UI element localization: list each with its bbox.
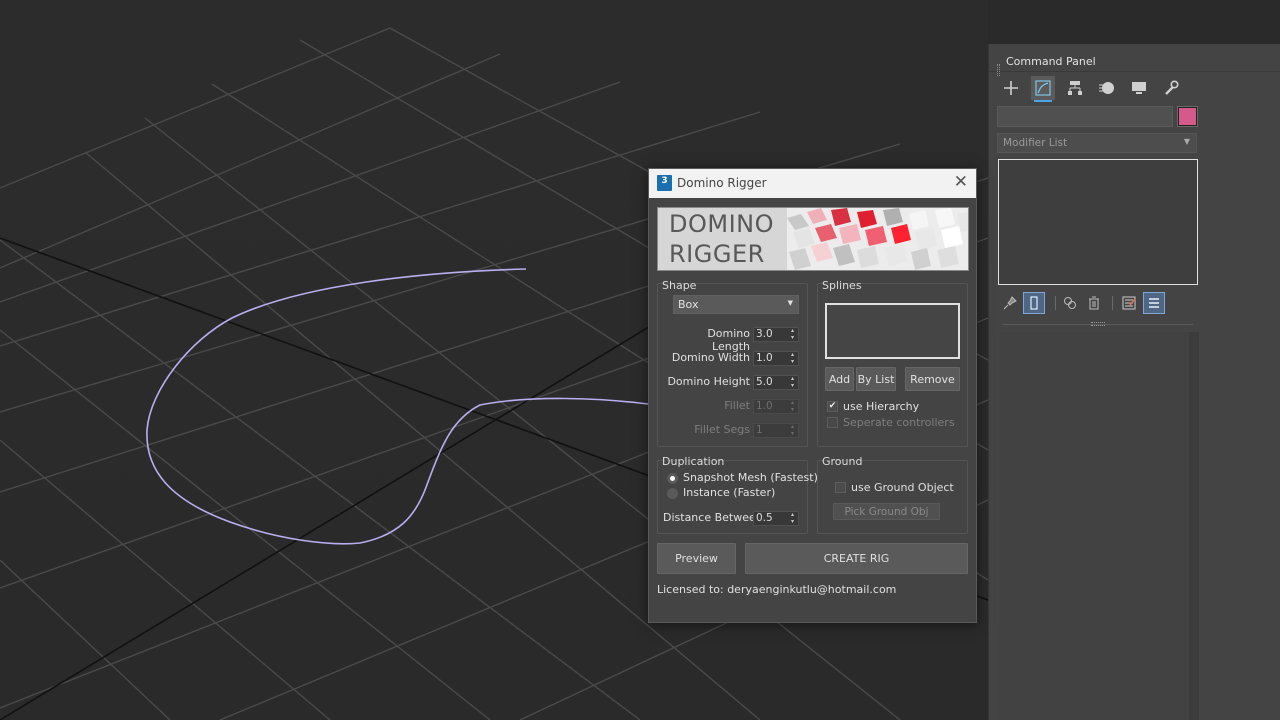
panel-scrollbar[interactable]	[1189, 332, 1199, 720]
make-unique-icon[interactable]	[1059, 292, 1081, 314]
dialog-titlebar[interactable]: 3 Domino Rigger ✕	[649, 169, 976, 198]
chevron-down-icon: ▼	[1183, 137, 1190, 146]
preview-button[interactable]: Preview	[657, 543, 736, 574]
by-list-button[interactable]: By List	[856, 367, 896, 391]
domino-width-spinner[interactable]: 1.0	[753, 351, 799, 366]
modifier-list-dropdown[interactable]: Modifier List ▼	[997, 133, 1197, 153]
instance-label: Instance (Faster)	[683, 486, 776, 499]
banner-text-panel: DOMINO RIGGER	[658, 208, 787, 270]
create-rig-button[interactable]: CREATE RIG	[745, 543, 968, 574]
use-ground-object-checkbox[interactable]	[835, 482, 846, 493]
hierarchy-icon[interactable]	[1063, 76, 1087, 100]
domino-length-label: Domino Length	[707, 327, 750, 353]
fillet-label: Fillet	[724, 399, 750, 412]
ground-group-label: Ground	[822, 455, 863, 468]
seperate-controllers-checkbox[interactable]	[827, 417, 838, 428]
banner-image: DOMINO RIGGER	[657, 207, 969, 271]
snapshot-mesh-radio[interactable]	[667, 473, 678, 484]
chevron-down-icon: ▼	[787, 299, 793, 307]
add-spline-button[interactable]: Add	[825, 367, 854, 391]
snapshot-mesh-label: Snapshot Mesh (Fastest)	[683, 471, 818, 484]
utilities-icon[interactable]	[1159, 76, 1183, 100]
domino-height-spinner[interactable]: 5.0	[753, 375, 799, 390]
domino-width-label: Domino Width	[671, 351, 750, 364]
fillet-segs-label: Fillet Segs	[694, 423, 750, 436]
shape-type-dropdown[interactable]: Box ▼	[673, 295, 799, 314]
command-panel-titlebar[interactable]: Command Panel	[989, 52, 1280, 76]
pick-ground-obj-button[interactable]: Pick Ground Obj	[833, 503, 940, 520]
modifier-list-label: Modifier List	[1003, 137, 1068, 149]
object-name-input[interactable]	[997, 106, 1173, 127]
create-icon[interactable]	[999, 76, 1023, 100]
domino-height-label: Domino Height	[667, 375, 750, 388]
remove-spline-button[interactable]: Remove	[905, 367, 960, 391]
seperate-controllers-label: Seperate controllers	[843, 416, 955, 429]
object-color-swatch[interactable]	[1178, 107, 1197, 126]
motion-icon[interactable]	[1095, 76, 1119, 100]
show-end-result-icon[interactable]	[1023, 292, 1045, 314]
use-hierarchy-label: use Hierarchy	[843, 400, 920, 413]
distance-between-spinner[interactable]: 0.5	[753, 511, 799, 526]
pin-stack-icon[interactable]	[999, 292, 1021, 314]
banner-line-2: RIGGER	[669, 240, 765, 268]
splines-group-label: Splines	[822, 279, 862, 292]
command-panel: Command Panel Modifier List ▼	[988, 44, 1280, 720]
stack-toolbar	[999, 292, 1199, 316]
banner-line-1: DOMINO	[669, 210, 774, 238]
shape-type-value: Box	[678, 298, 699, 311]
domino-length-spinner[interactable]: 3.0	[753, 327, 799, 342]
dialog-title: Domino Rigger	[677, 176, 767, 190]
list-view-icon[interactable]	[1143, 292, 1165, 314]
modify-icon[interactable]	[1031, 76, 1055, 102]
distance-between-label: Distance Between	[663, 511, 763, 524]
display-icon[interactable]	[1127, 76, 1151, 100]
configure-sets-icon[interactable]	[1118, 292, 1140, 314]
instance-radio[interactable]	[667, 488, 678, 499]
use-ground-object-label: use Ground Object	[851, 481, 954, 494]
duplication-group-label: Duplication	[662, 455, 725, 468]
command-panel-title: Command Panel	[1006, 55, 1096, 68]
trash-icon[interactable]	[1083, 292, 1105, 314]
app-icon: 3	[657, 175, 672, 191]
splines-listbox[interactable]	[825, 303, 960, 359]
ground-group	[817, 460, 968, 534]
close-icon[interactable]: ✕	[954, 172, 968, 192]
domino-rigger-dialog: 3 Domino Rigger ✕ DOMINO RIGGER Shape Bo…	[648, 168, 977, 623]
panel-divider[interactable]	[1003, 322, 1193, 326]
use-hierarchy-checkbox[interactable]: ✔	[827, 401, 838, 412]
license-text: Licensed to: deryaenginkutlu@hotmail.com	[657, 583, 897, 596]
banner-dominoes-art	[787, 208, 968, 270]
fillet-spinner[interactable]: 1.0	[753, 399, 799, 414]
fillet-segs-spinner[interactable]: 1	[753, 423, 799, 438]
command-panel-tabs	[997, 76, 1275, 102]
modifier-stack[interactable]	[998, 159, 1198, 285]
drag-grip-icon[interactable]	[997, 64, 1000, 76]
shape-group-label: Shape	[662, 279, 697, 292]
rollout-area	[999, 332, 1199, 720]
